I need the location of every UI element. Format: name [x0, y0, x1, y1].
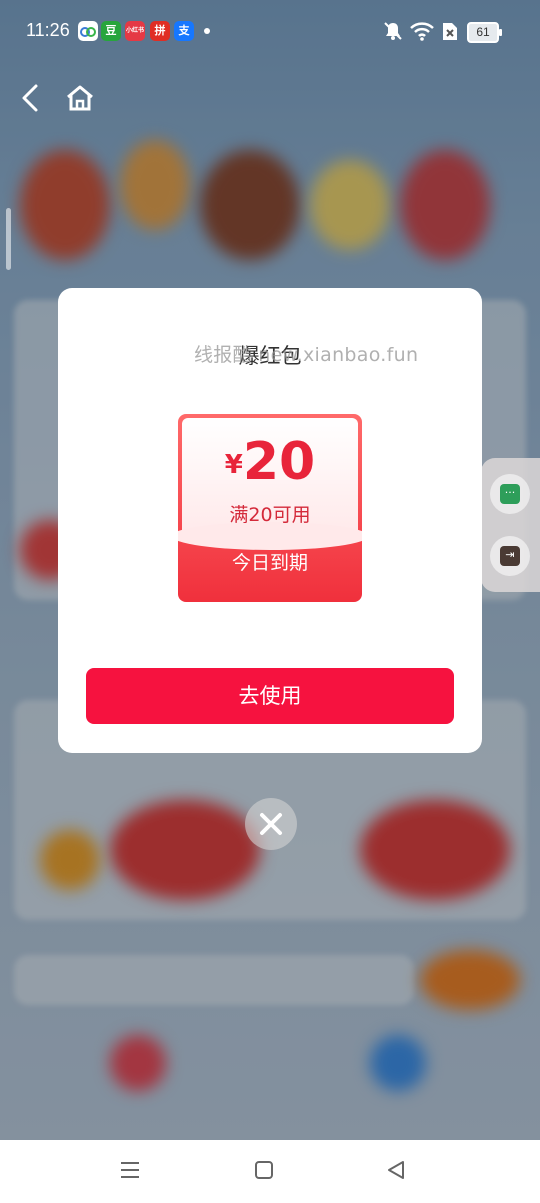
red-packet-modal: 爆红包 线报酷 new.xianbao.fun ¥20 满20可用 今日到期 去…: [58, 288, 482, 753]
exit-button[interactable]: ⇥: [490, 536, 530, 576]
coupon-value: 20: [242, 432, 316, 492]
wifi-icon: [410, 22, 434, 41]
coupon-condition: 满20可用: [229, 504, 311, 526]
coupon-expiry: 今日到期: [231, 552, 308, 574]
watermark: 线报酷 new.xianbao.fun: [194, 344, 419, 366]
chat-button[interactable]: ···: [490, 474, 530, 514]
coupon-card: ¥20 满20可用 今日到期: [178, 414, 362, 602]
battery-icon: 61: [467, 22, 502, 43]
status-time: 11:26: [26, 20, 70, 40]
notification-dot: [204, 28, 210, 34]
use-button[interactable]: 去使用: [86, 668, 454, 724]
exit-icon: ⇥: [500, 546, 520, 566]
sim-icon: [443, 23, 457, 40]
mute-icon: [384, 22, 402, 40]
side-floating-panel: ··· ⇥: [481, 458, 540, 592]
close-icon: [260, 813, 282, 835]
status-bar: 11:26 豆 小红书 拼 支 61: [0, 0, 540, 62]
douban-icon: 豆: [101, 21, 121, 41]
baidu-netdisk-icon: [78, 21, 98, 41]
home-nav-icon[interactable]: [252, 1158, 276, 1182]
close-button[interactable]: [245, 798, 297, 850]
xiaohongshu-icon: 小红书: [125, 21, 145, 41]
scrollbar[interactable]: [6, 208, 11, 270]
home-icon[interactable]: [64, 82, 96, 114]
chat-icon: ···: [500, 484, 520, 504]
system-navigation-bar: [0, 1140, 540, 1203]
back-icon[interactable]: [14, 80, 50, 116]
coupon-currency: ¥: [224, 450, 243, 480]
back-nav-icon[interactable]: [384, 1158, 408, 1182]
alipay-icon: 支: [174, 21, 194, 41]
pinduoduo-icon: 拼: [150, 21, 170, 41]
coupon-top: ¥20 满20可用: [178, 418, 362, 550]
menu-icon[interactable]: [118, 1158, 142, 1182]
coupon-amount: ¥20: [182, 432, 358, 492]
